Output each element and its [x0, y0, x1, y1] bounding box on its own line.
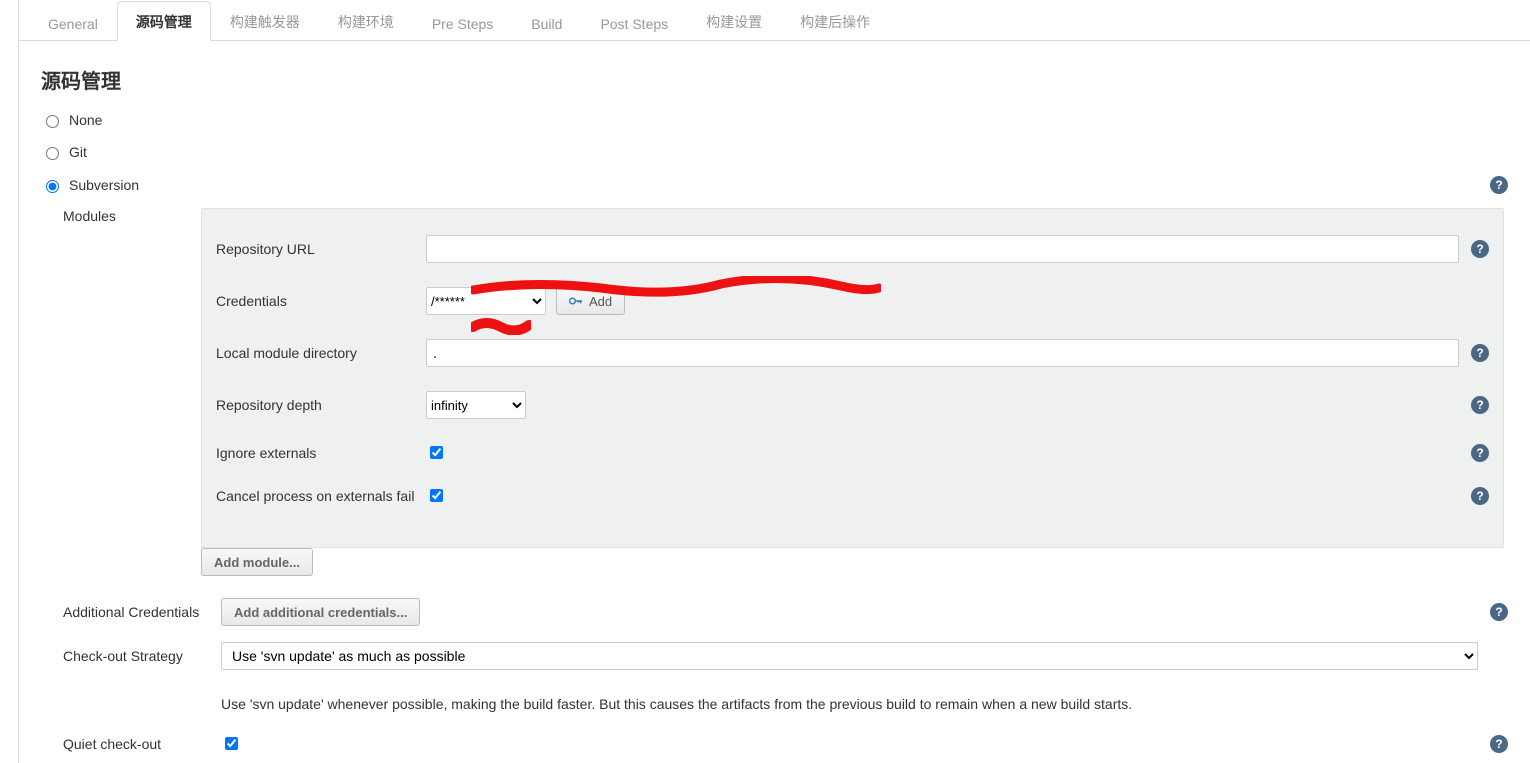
- scm-radio-subversion[interactable]: [46, 180, 59, 193]
- add-button-label: Add: [589, 294, 612, 309]
- scm-label-none: None: [69, 112, 102, 128]
- depth-label: Repository depth: [216, 397, 426, 413]
- tab-triggers[interactable]: 构建触发器: [211, 1, 319, 41]
- tab-build[interactable]: Build: [512, 5, 581, 41]
- tab-post-actions[interactable]: 构建后操作: [781, 1, 889, 41]
- local-dir-input[interactable]: [426, 339, 1459, 367]
- checkout-strategy-label: Check-out Strategy: [41, 648, 221, 664]
- cancel-externals-checkbox[interactable]: [430, 489, 443, 502]
- config-tabs: General 源码管理 构建触发器 构建环境 Pre Steps Build …: [19, 0, 1530, 41]
- checkout-strategy-desc: Use 'svn update' whenever possible, maki…: [221, 696, 1478, 712]
- checkout-strategy-select[interactable]: Use 'svn update' as much as possible: [221, 642, 1478, 670]
- tab-post-steps[interactable]: Post Steps: [581, 5, 687, 41]
- additional-credentials-label: Additional Credentials: [41, 604, 221, 620]
- repo-url-label: Repository URL: [216, 241, 426, 257]
- scm-label-git: Git: [69, 144, 87, 160]
- add-module-button[interactable]: Add module...: [201, 548, 313, 576]
- help-icon[interactable]: [1471, 396, 1489, 414]
- section-title: 源码管理: [41, 65, 1508, 94]
- help-icon[interactable]: [1471, 344, 1489, 362]
- add-credentials-button[interactable]: Add: [556, 287, 625, 315]
- local-dir-label: Local module directory: [216, 345, 426, 361]
- quiet-checkout-label: Quiet check-out: [41, 736, 221, 752]
- tab-pre-steps[interactable]: Pre Steps: [413, 5, 512, 41]
- tab-build-settings[interactable]: 构建设置: [687, 1, 781, 41]
- help-icon[interactable]: [1490, 603, 1508, 621]
- help-icon[interactable]: [1471, 240, 1489, 258]
- scm-label-subversion: Subversion: [69, 177, 139, 193]
- depth-select[interactable]: infinity: [426, 391, 526, 419]
- ignore-externals-checkbox[interactable]: [430, 446, 443, 459]
- cancel-externals-label: Cancel process on externals fail: [216, 488, 426, 504]
- add-additional-credentials-button[interactable]: Add additional credentials...: [221, 598, 420, 626]
- tab-general[interactable]: General: [29, 5, 117, 41]
- help-icon[interactable]: [1490, 176, 1508, 194]
- credentials-select[interactable]: /******: [426, 287, 546, 315]
- ignore-externals-label: Ignore externals: [216, 445, 426, 461]
- credentials-label: Credentials: [216, 293, 426, 309]
- tab-env[interactable]: 构建环境: [319, 1, 413, 41]
- quiet-checkout-checkbox[interactable]: [225, 737, 238, 750]
- key-icon: [569, 296, 583, 306]
- help-icon[interactable]: [1471, 487, 1489, 505]
- module-box: Repository URL Credentials /******: [201, 208, 1504, 548]
- scm-radio-none[interactable]: [46, 115, 59, 128]
- help-icon[interactable]: [1490, 735, 1508, 753]
- tab-scm[interactable]: 源码管理: [117, 1, 211, 41]
- modules-label: Modules: [41, 208, 201, 576]
- scm-radio-git[interactable]: [46, 147, 59, 160]
- repo-url-input[interactable]: [426, 235, 1459, 263]
- help-icon[interactable]: [1471, 444, 1489, 462]
